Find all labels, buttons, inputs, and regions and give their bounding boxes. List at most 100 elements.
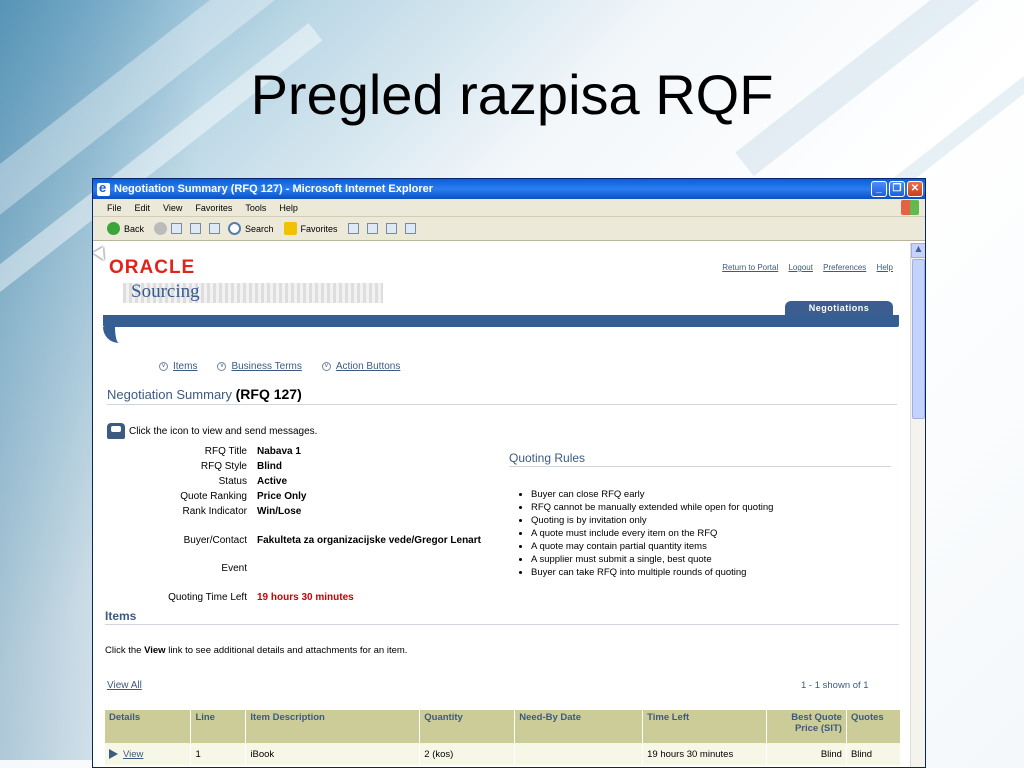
items-link[interactable]: Items bbox=[173, 361, 197, 372]
column-header: Details bbox=[105, 710, 192, 743]
subnav-business-terms[interactable]: v Business Terms bbox=[217, 361, 302, 372]
help-text-start: Click the bbox=[105, 645, 145, 656]
menu-tools[interactable]: Tools bbox=[245, 203, 266, 213]
star-icon bbox=[283, 222, 297, 235]
subnav-items[interactable]: v Items bbox=[159, 361, 197, 372]
detail-label: RFQ Title bbox=[204, 446, 247, 457]
need-by-cell bbox=[514, 743, 644, 765]
product-name: Sourcing bbox=[131, 281, 200, 302]
list-item: A quote may contain partial quantity ite… bbox=[531, 540, 773, 553]
table-row: View 1 iBook 2 (kos) 19 hours 30 minutes… bbox=[105, 743, 902, 765]
table-header-row: Details Line Item Description Quantity N… bbox=[105, 710, 902, 743]
detail-label: Status bbox=[218, 476, 247, 487]
action-buttons-link[interactable]: Action Buttons bbox=[336, 361, 400, 372]
oracle-logo: ORACLE bbox=[109, 257, 196, 278]
restore-button[interactable]: ❐ bbox=[889, 181, 905, 197]
scroll-thumb[interactable] bbox=[912, 259, 925, 419]
return-to-portal-link[interactable]: Return to Portal bbox=[722, 263, 778, 272]
messages-icon[interactable] bbox=[107, 423, 125, 439]
header-curve bbox=[103, 327, 133, 343]
chevron-down-icon: v bbox=[217, 362, 227, 371]
help-link[interactable]: Help bbox=[877, 263, 893, 272]
scroll-up-arrow-icon[interactable]: ▲ bbox=[911, 243, 925, 258]
message-hint: Click the icon to view and send messages… bbox=[129, 425, 318, 437]
quoting-rules-list: Buyer can close RFQ early RFQ cannot be … bbox=[531, 488, 773, 579]
page-content: ORACLE Sourcing Return to Portal Logout … bbox=[93, 243, 911, 767]
menu-edit[interactable]: Edit bbox=[135, 203, 151, 213]
items-section-title: Items bbox=[105, 609, 899, 625]
column-header: Time Left bbox=[642, 710, 768, 743]
search-icon bbox=[228, 222, 242, 235]
items-table: Details Line Item Description Quantity N… bbox=[105, 710, 902, 765]
header-band bbox=[103, 315, 899, 327]
slide-title: Pregled razpisa RQF bbox=[250, 63, 774, 126]
media-icon[interactable] bbox=[347, 223, 359, 234]
best-quote-cell: Blind bbox=[766, 743, 847, 765]
window-title: Negotiation Summary (RFQ 127) - Microsof… bbox=[114, 183, 434, 195]
search-label: Search bbox=[245, 223, 274, 234]
chevron-down-icon: v bbox=[159, 362, 168, 371]
logout-link[interactable]: Logout bbox=[788, 263, 812, 272]
list-item: Buyer can take RFQ into multiple rounds … bbox=[531, 566, 773, 579]
mail-icon[interactable] bbox=[385, 223, 397, 234]
view-all-link[interactable]: View All bbox=[107, 680, 142, 691]
business-terms-link[interactable]: Business Terms bbox=[231, 361, 301, 372]
list-item: A supplier must submit a single, best qu… bbox=[531, 553, 773, 566]
window-titlebar[interactable]: Negotiation Summary (RFQ 127) - Microsof… bbox=[93, 179, 925, 199]
global-links: Return to Portal Logout Preferences Help bbox=[714, 263, 893, 272]
tab-negotiations[interactable]: Negotiations bbox=[785, 301, 893, 315]
detail-value: Price Only bbox=[257, 491, 307, 502]
detail-label: Event bbox=[221, 563, 247, 574]
refresh-icon[interactable] bbox=[190, 223, 202, 234]
back-button[interactable]: Back bbox=[107, 222, 144, 235]
favorites-button[interactable]: Favorites bbox=[283, 222, 338, 235]
column-header: Need-By Date bbox=[514, 710, 644, 743]
close-button[interactable]: ✕ bbox=[907, 181, 923, 197]
column-header: Best Quote Price (SIT) bbox=[766, 710, 847, 743]
quoting-rules-title: Quoting Rules bbox=[509, 451, 891, 467]
menu-favorites[interactable]: Favorites bbox=[195, 203, 232, 213]
expand-arrow-icon[interactable] bbox=[109, 748, 118, 759]
back-arrow-icon bbox=[107, 222, 120, 235]
chevron-down-icon: v bbox=[321, 362, 331, 371]
windows-logo-icon bbox=[901, 200, 919, 215]
detail-label: Buyer/Contact bbox=[183, 535, 247, 546]
ie-icon bbox=[97, 180, 110, 196]
detail-value: Nabava 1 bbox=[257, 446, 301, 457]
menu-bar: File Edit View Favorites Tools Help bbox=[93, 199, 925, 217]
favorites-label: Favorites bbox=[300, 223, 338, 234]
menu-file[interactable]: File bbox=[107, 203, 122, 213]
detail-value: Fakulteta za organizacijske vede/Gregor … bbox=[257, 535, 481, 546]
view-item-link[interactable]: View bbox=[123, 749, 143, 760]
subnav-action-buttons[interactable]: v Action Buttons bbox=[321, 361, 400, 372]
column-header: Item Description bbox=[245, 710, 421, 743]
menu-view[interactable]: View bbox=[163, 203, 182, 213]
search-button[interactable]: Search bbox=[228, 222, 274, 235]
column-header: Quantity bbox=[419, 710, 516, 743]
column-header: Quotes bbox=[846, 710, 902, 743]
minimize-button[interactable]: _ bbox=[871, 181, 887, 197]
browser-toolbar: Back Search Favorites bbox=[93, 217, 925, 241]
detail-value: Blind bbox=[257, 461, 282, 472]
preferences-link[interactable]: Preferences bbox=[823, 263, 866, 272]
detail-label: RFQ Style bbox=[200, 461, 247, 472]
history-icon[interactable] bbox=[366, 223, 378, 234]
items-help-text: Click the View link to see additional de… bbox=[105, 645, 407, 656]
rfq-number: (RFQ 127) bbox=[235, 386, 302, 402]
time-left-cell: 19 hours 30 minutes bbox=[642, 743, 768, 765]
vertical-scrollbar[interactable]: ▲ bbox=[910, 243, 925, 767]
summary-heading: Negotiation Summary bbox=[107, 387, 232, 402]
print-icon[interactable] bbox=[404, 223, 416, 234]
home-icon[interactable] bbox=[209, 223, 221, 234]
quotes-cell: Blind bbox=[846, 743, 902, 765]
list-item: A quote must include every item on the R… bbox=[531, 527, 773, 540]
description-cell: iBook bbox=[245, 743, 421, 765]
forward-icon[interactable] bbox=[154, 222, 168, 235]
record-count: 1 - 1 shown of 1 bbox=[801, 680, 869, 691]
detail-value: Active bbox=[257, 476, 288, 487]
detail-value: Win/Lose bbox=[257, 506, 302, 517]
stop-icon[interactable] bbox=[171, 223, 183, 234]
menu-help[interactable]: Help bbox=[279, 203, 298, 213]
column-header: Line bbox=[190, 710, 247, 743]
section-links: v Items v Business Terms v Action Button… bbox=[159, 361, 420, 372]
